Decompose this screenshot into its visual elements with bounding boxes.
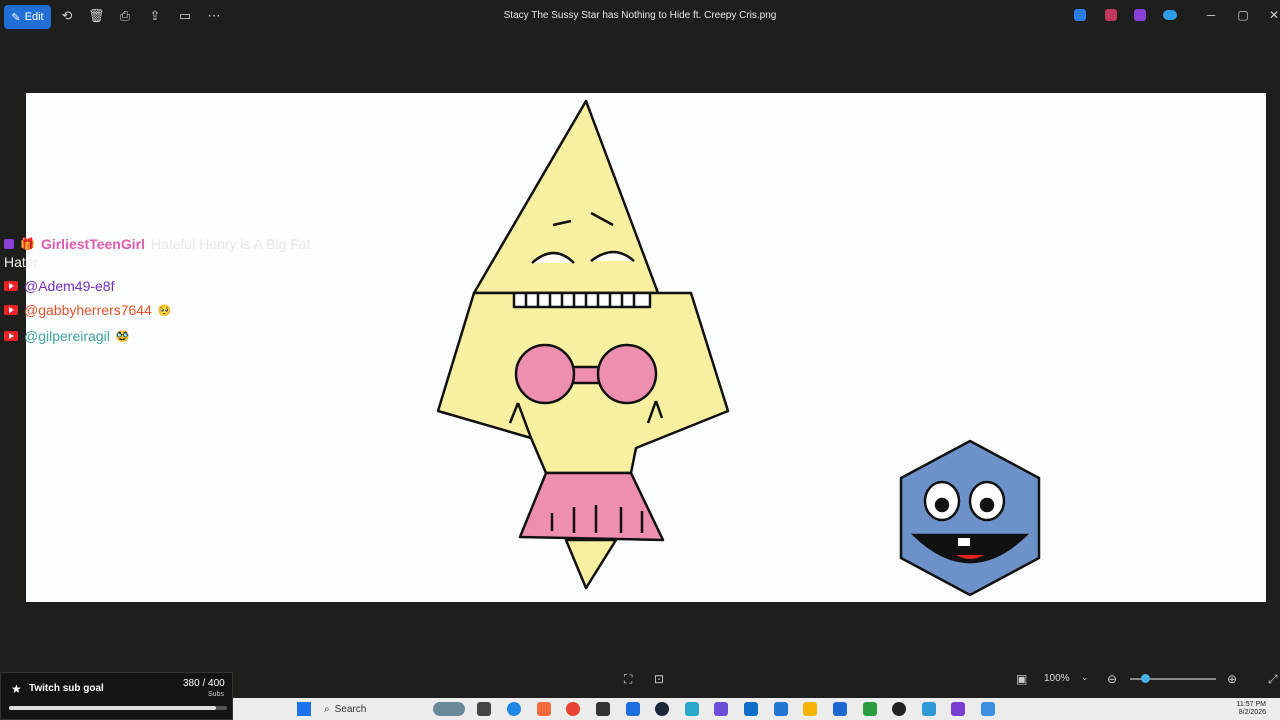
expand-icon[interactable]: ⤢ — [1268, 672, 1278, 687]
zoom-value[interactable]: 100% — [1044, 673, 1070, 684]
taskbar-search[interactable]: ⌕ Search — [324, 700, 429, 718]
minimize-icon[interactable]: ─ — [1203, 8, 1219, 22]
edge-icon[interactable] — [507, 702, 521, 716]
window-title: Stacy The Sussy Star has Nothing to Hide… — [503, 10, 777, 21]
search-icon: ⌕ — [324, 703, 330, 715]
creepy-cris-character — [899, 439, 1041, 597]
twitch-app-icon[interactable] — [951, 702, 965, 716]
stacy-star-character — [436, 99, 730, 590]
chrome-icon[interactable] — [566, 702, 580, 716]
gift-icon: 🎁 — [20, 237, 35, 251]
sub-goal-count: 380 / 400 — [183, 678, 225, 689]
epic-icon[interactable] — [596, 702, 610, 716]
app-icon-3[interactable] — [1134, 9, 1146, 21]
store-icon[interactable] — [626, 702, 640, 716]
app-icon[interactable] — [833, 702, 847, 716]
chevron-down-icon[interactable]: ⌄ — [1081, 672, 1089, 683]
drawing — [436, 99, 1041, 597]
chat-username: @Adem49-e8f — [24, 278, 115, 294]
sub-goal-unit: Subs — [208, 691, 224, 698]
star-top-point — [472, 99, 660, 295]
cloud-icon[interactable] — [1163, 10, 1177, 20]
clock-time: 11:57 PM — [1236, 701, 1266, 708]
sub-goal-widget: ★ Twitch sub goal 380 / 400 Subs — [0, 672, 233, 720]
zoom-out-icon[interactable]: ⊖ — [1107, 672, 1117, 686]
star-icon: ★ — [11, 682, 22, 696]
sub-goal-label: Twitch sub goal — [29, 683, 104, 694]
image-canvas — [26, 93, 1266, 602]
chat-message-cont: Hater — [4, 254, 39, 270]
chat-row-highlight: 🎁 GirliestTeenGirl Hateful Henry is A Bi… — [4, 236, 310, 252]
app-icon-1[interactable] — [1074, 9, 1086, 21]
pupil-left — [934, 497, 950, 513]
zoom-in-icon[interactable]: ⊕ — [1227, 672, 1237, 686]
chat-username: @gabbyherrers7644 — [24, 302, 152, 318]
chat-emoji: 🥸 — [115, 330, 130, 343]
fit-icon[interactable]: ⛶ — [624, 672, 632, 687]
top-band — [569, 365, 603, 385]
maximize-icon[interactable]: ▢ — [1235, 8, 1251, 22]
folder-icon[interactable] — [803, 702, 817, 716]
clock[interactable]: 11:57 PM 8/2/2026 — [1226, 701, 1266, 717]
clock-date: 8/2/2026 — [1238, 709, 1266, 716]
youtube-icon — [4, 281, 18, 291]
crop-icon[interactable]: ⊡ — [654, 672, 664, 686]
chat-username: @gilpereiragil — [24, 328, 110, 344]
chat-row: @gilpereiragil 🥸 — [4, 328, 130, 344]
title-bar: ✎ Edit ⟲ 🗑 ⎙ ⇪ ▭ ⋯ Stacy The Sussy Star … — [0, 0, 1280, 34]
youtube-icon — [4, 331, 18, 341]
chat-row: @gabbyherrers7644 🥺 — [4, 302, 172, 318]
top-right — [596, 343, 658, 405]
tooth — [958, 538, 970, 546]
start-icon[interactable] — [297, 702, 311, 716]
chat-username: GirliestTeenGirl — [40, 236, 145, 252]
app-icon-2[interactable] — [1105, 9, 1117, 21]
twitch-icon — [4, 239, 14, 249]
chat-message: Hateful Henry is A Big Fat — [150, 236, 311, 252]
obs-icon[interactable] — [892, 702, 906, 716]
xbox-icon[interactable] — [863, 702, 877, 716]
photos-icon[interactable] — [981, 702, 995, 716]
mouth — [512, 291, 652, 309]
search-placeholder: Search — [334, 703, 367, 715]
app-icon[interactable] — [922, 702, 936, 716]
chat-row: @Adem49-e8f — [4, 278, 114, 294]
hexagon-body — [899, 439, 1041, 597]
pupil-right — [979, 497, 995, 513]
chat-emoji: 🥺 — [157, 304, 172, 317]
view-size-icon[interactable]: ▣ — [1016, 672, 1027, 686]
youtube-icon — [4, 305, 18, 315]
top-left — [514, 343, 576, 405]
steam-icon[interactable] — [655, 702, 669, 716]
zoom-slider-thumb[interactable] — [1141, 674, 1150, 683]
teams-icon[interactable] — [714, 702, 728, 716]
app-icon[interactable] — [685, 702, 699, 716]
app-icon[interactable] — [537, 702, 551, 716]
close-icon[interactable]: ✕ — [1266, 8, 1280, 22]
mail-icon[interactable] — [744, 702, 758, 716]
app-icon[interactable] — [774, 702, 788, 716]
sub-goal-track — [9, 706, 227, 710]
task-view-icon[interactable] — [477, 702, 491, 716]
star-bottom-point — [564, 538, 618, 590]
sub-goal-progress — [9, 706, 217, 710]
weather-widget-icon[interactable] — [433, 702, 465, 716]
